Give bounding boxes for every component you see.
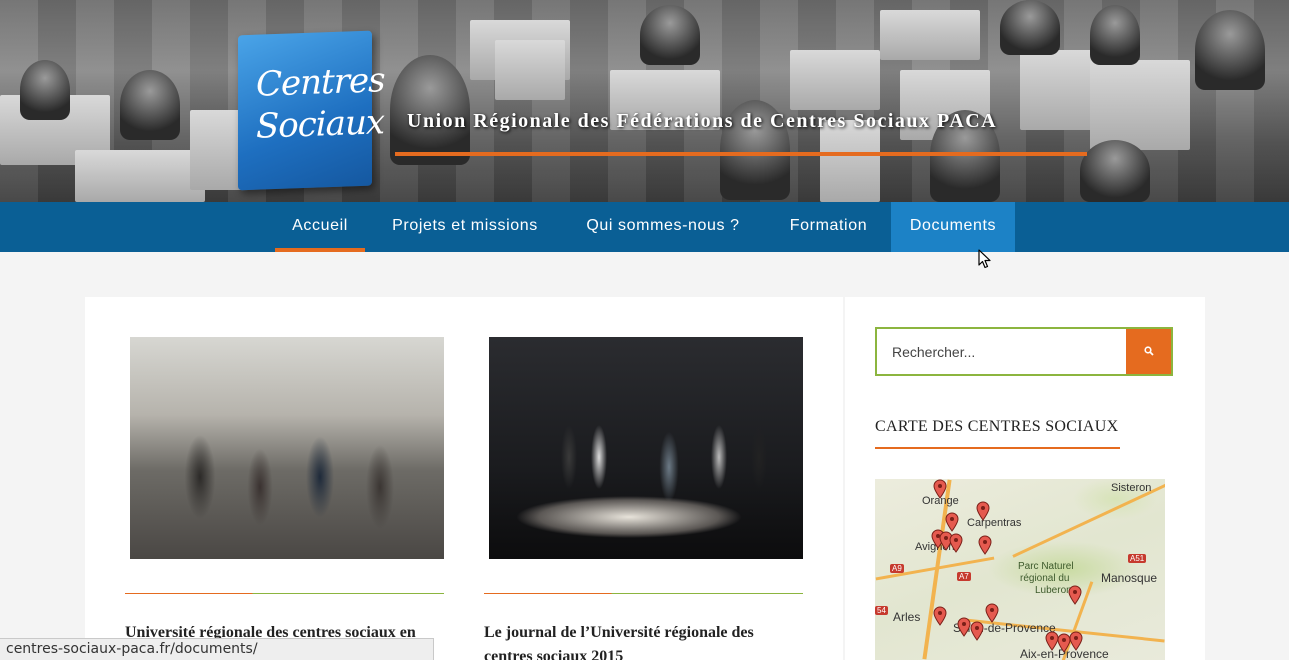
page: Centres Sociaux Union Régionale des Fédé…: [0, 0, 1289, 660]
map-road-shield: A9: [890, 564, 904, 573]
map-marker-icon[interactable]: [933, 606, 947, 626]
map-marker-icon[interactable]: [933, 479, 947, 499]
nav-item-label: Qui sommes-nous ?: [586, 217, 740, 234]
site-logo[interactable]: Centres Sociaux: [238, 30, 385, 191]
active-indicator: [275, 248, 365, 252]
search-button[interactable]: [1126, 329, 1171, 374]
nav-item-label: Documents: [909, 217, 997, 234]
map-road-shield: 54: [875, 606, 888, 615]
map-marker-icon[interactable]: [1069, 631, 1083, 651]
post-thumbnail-crowd[interactable]: [130, 337, 444, 559]
map-label: Sisteron: [1111, 482, 1152, 494]
map-road-shield: A51: [1128, 554, 1147, 563]
logo-text-line1: Centres: [256, 60, 385, 105]
nav-item-label: Projets et missions: [392, 217, 538, 234]
search-icon: [1143, 346, 1154, 356]
map-label: Arles: [893, 610, 921, 624]
map-label: Parc Naturel: [1018, 561, 1074, 572]
mouse-pointer-icon: [978, 249, 991, 269]
map-label: Luberon: [1035, 585, 1072, 596]
map-label: Manosque: [1101, 571, 1158, 585]
browser-status-bar: centres-sociaux-paca.fr/documents/: [0, 638, 434, 660]
map-marker-icon[interactable]: [976, 501, 990, 521]
widget-title-underline: [875, 447, 1120, 449]
nav-item-formation[interactable]: Formation: [770, 202, 887, 252]
nav-item-documents[interactable]: Documents: [891, 202, 1015, 252]
header-banner: Centres Sociaux Union Régionale des Fédé…: [0, 0, 1289, 202]
map-marker-icon[interactable]: [978, 535, 992, 555]
nav-item-projets[interactable]: Projets et missions: [368, 202, 562, 252]
site-title[interactable]: Union Régionale des Fédérations de Centr…: [407, 110, 997, 133]
nav-item-label: Accueil: [292, 217, 348, 234]
nav-item-label: Formation: [789, 217, 868, 234]
map-marker-icon[interactable]: [957, 617, 971, 637]
centres-map[interactable]: Orange Sisteron Carpentras Avignon A51 A…: [875, 479, 1165, 660]
post-title-link[interactable]: Le journal de l’Université régionale des…: [484, 621, 784, 660]
map-marker-icon[interactable]: [985, 603, 999, 623]
map-marker-icon[interactable]: [970, 621, 984, 641]
logo-text-line2: Sociaux: [256, 102, 385, 147]
map-marker-icon[interactable]: [1068, 585, 1082, 605]
search-input[interactable]: [877, 329, 1128, 374]
map-road-shield: A7: [957, 572, 971, 581]
main-navigation: Accueil Projets et missions Qui sommes-n…: [0, 202, 1289, 252]
search-form: [875, 327, 1173, 376]
nav-item-accueil[interactable]: Accueil: [275, 202, 365, 252]
nav-item-qui-sommes-nous[interactable]: Qui sommes-nous ?: [564, 202, 762, 252]
post-thumbnail-stage[interactable]: [489, 337, 803, 559]
post-divider: [484, 593, 803, 594]
map-label: régional du: [1020, 573, 1070, 584]
map-widget-title: CARTE DES CENTRES SOCIAUX: [875, 418, 1119, 435]
map-marker-icon[interactable]: [945, 512, 959, 532]
post-divider: [125, 593, 444, 594]
title-underline: [395, 152, 1087, 156]
map-marker-icon[interactable]: [949, 533, 963, 553]
